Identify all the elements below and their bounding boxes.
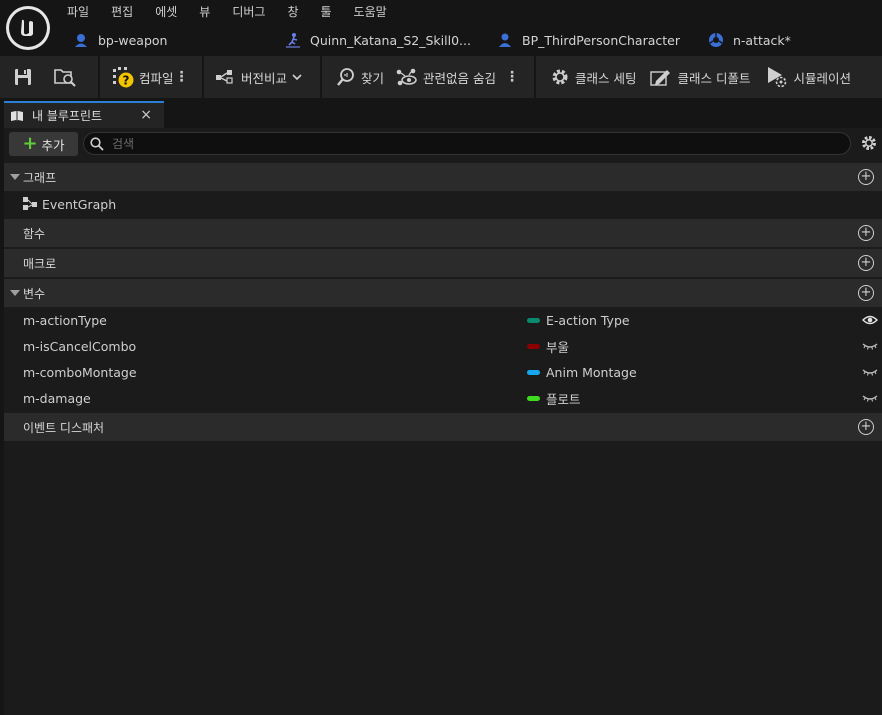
book-icon xyxy=(11,110,23,121)
search-box xyxy=(83,132,851,155)
hide-unrelated-options-icon[interactable]: ⋮ xyxy=(505,65,519,89)
doc-tab-bp-weapon[interactable]: bp-weapon xyxy=(72,28,167,52)
doc-tab-bp-thirdperson[interactable]: BP_ThirdPersonCharacter xyxy=(496,28,680,52)
save-icon[interactable] xyxy=(10,61,36,93)
compile-button[interactable]: ? 컴파일 xyxy=(110,61,176,93)
variable-row[interactable]: m-isCancelCombo 부울 xyxy=(4,333,882,359)
anim-blueprint-icon xyxy=(707,31,725,49)
search-icon xyxy=(90,136,104,151)
my-blueprint-tab[interactable]: 내 블루프린트 × xyxy=(4,101,164,128)
hide-unrelated-button[interactable]: 관련없음 숨김 xyxy=(392,61,500,93)
eye-closed-icon[interactable] xyxy=(862,366,878,378)
document-tabs: bp-weapon Quinn_Katana_S2_Skill0... BP_T… xyxy=(64,28,882,52)
menu-tools[interactable]: 툴 xyxy=(310,1,343,23)
menu-debug[interactable]: 디버그 xyxy=(221,1,276,23)
anim-montage-icon xyxy=(284,31,302,49)
title-bar: 파일 편집 에셋 뷰 디버그 창 툴 도움말 bp-weapon Quinn_K… xyxy=(0,0,882,56)
event-graph-icon xyxy=(23,197,37,210)
variable-type[interactable]: 부울 xyxy=(527,337,569,356)
menu-view[interactable]: 뷰 xyxy=(188,1,221,23)
add-button[interactable]: + 추가 xyxy=(9,132,78,156)
add-variable-icon[interactable]: + xyxy=(858,285,874,301)
doc-tab-quinn-katana[interactable]: Quinn_Katana_S2_Skill0... xyxy=(284,28,471,52)
add-function-icon[interactable]: + xyxy=(858,225,874,241)
type-color-pill xyxy=(527,317,540,323)
menu-window[interactable]: 창 xyxy=(276,1,309,23)
class-defaults-button[interactable]: 클래스 디폴트 xyxy=(646,61,754,93)
menu-file[interactable]: 파일 xyxy=(56,1,100,23)
find-icon xyxy=(337,68,354,86)
type-color-pill xyxy=(527,343,540,349)
section-event-dispatchers[interactable]: 이벤트 디스패처 + xyxy=(4,413,882,441)
add-dispatcher-icon[interactable]: + xyxy=(858,419,874,435)
graph-item-eventgraph[interactable]: EventGraph xyxy=(4,191,882,217)
section-macros[interactable]: 매크로 + xyxy=(4,249,882,277)
variable-row[interactable]: m-actionType E-action Type xyxy=(4,307,882,333)
plus-icon: + xyxy=(22,133,38,154)
variable-type[interactable]: E-action Type xyxy=(527,313,630,328)
menu-edit[interactable]: 편집 xyxy=(100,1,144,23)
add-macro-icon[interactable]: + xyxy=(858,255,874,271)
doc-tab-n-attack[interactable]: n-attack* xyxy=(707,28,791,52)
variable-row[interactable]: m-damage 플로트 xyxy=(4,385,882,411)
search-input[interactable] xyxy=(112,136,812,151)
compile-warning-icon: ? xyxy=(113,67,134,88)
type-color-pill xyxy=(527,369,540,375)
menu-help[interactable]: 도움말 xyxy=(343,1,398,23)
section-variables[interactable]: 변수 + xyxy=(4,279,882,307)
blueprint-person-icon xyxy=(72,31,90,49)
panel-tab-row: 내 블루프린트 × xyxy=(0,98,882,128)
chevron-down-icon xyxy=(292,74,302,81)
section-functions[interactable]: 함수 + xyxy=(4,219,882,247)
eye-closed-icon[interactable] xyxy=(862,392,878,404)
collapse-arrow-icon[interactable] xyxy=(10,290,20,296)
eye-closed-icon[interactable] xyxy=(862,340,878,352)
simulation-button[interactable]: 시뮬레이션 xyxy=(762,61,855,93)
simulation-play-icon xyxy=(768,67,787,88)
unreal-logo-icon[interactable] xyxy=(6,6,50,50)
gear-icon xyxy=(552,69,568,85)
menu-asset[interactable]: 에셋 xyxy=(144,1,188,23)
blueprint-person-icon xyxy=(496,31,514,49)
settings-gear-icon[interactable] xyxy=(860,134,878,152)
section-graphs[interactable]: 그래프 + xyxy=(4,163,882,191)
compile-options-icon[interactable]: ⋮ xyxy=(175,65,189,89)
diff-button[interactable]: 버전비교 xyxy=(214,61,304,93)
browse-asset-icon[interactable] xyxy=(50,61,80,93)
toolbar: ? 컴파일 ⋮ 버전비교 찾기 관련없음 숨김 ⋮ 클래스 세팅 클래스 디폴트 xyxy=(0,56,882,98)
add-graph-icon[interactable]: + xyxy=(858,169,874,185)
class-settings-button[interactable]: 클래스 세팅 xyxy=(548,61,638,93)
svg-text:?: ? xyxy=(123,74,130,88)
eye-open-icon[interactable] xyxy=(862,314,878,326)
find-button[interactable]: 찾기 xyxy=(334,61,386,93)
menu-bar: 파일 편집 에셋 뷰 디버그 창 툴 도움말 xyxy=(56,1,398,23)
hide-unrelated-icon xyxy=(396,68,417,86)
close-tab-icon[interactable]: × xyxy=(140,107,152,123)
variable-type[interactable]: 플로트 xyxy=(527,389,581,408)
variable-type[interactable]: Anim Montage xyxy=(527,365,637,380)
type-color-pill xyxy=(527,395,540,401)
variable-row[interactable]: m-comboMontage Anim Montage xyxy=(4,359,882,385)
class-defaults-icon xyxy=(650,70,671,86)
collapse-arrow-icon[interactable] xyxy=(10,174,20,180)
my-blueprint-panel: + 추가 그래프 + EventGraph 함수 + 매크로 + 변수 + xyxy=(4,128,882,715)
search-row: + 추가 xyxy=(4,128,882,160)
diff-icon xyxy=(216,70,233,84)
